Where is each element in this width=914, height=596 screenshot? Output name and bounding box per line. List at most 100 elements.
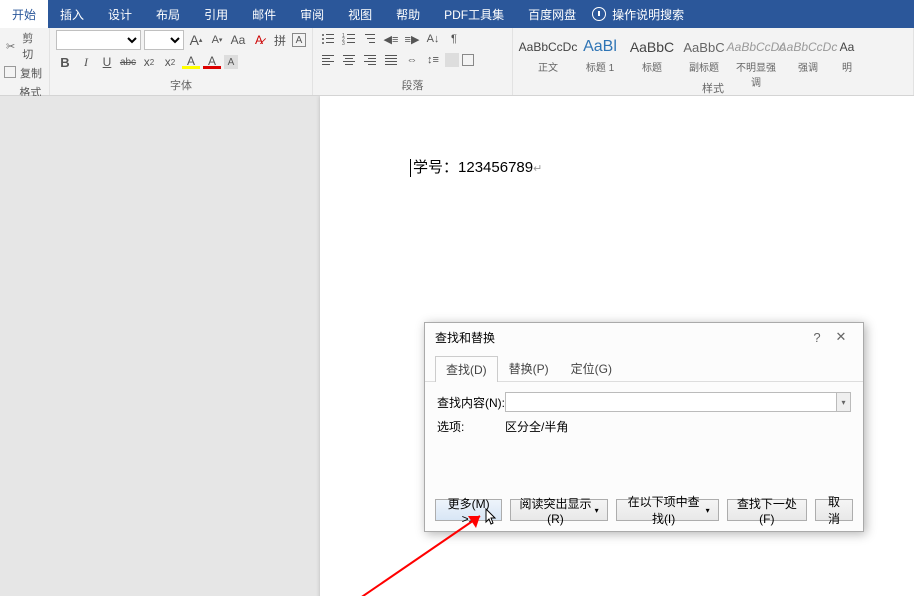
subscript-button[interactable]: x2 bbox=[140, 53, 158, 71]
options-label: 选项: bbox=[437, 418, 505, 435]
increase-indent-button[interactable]: ≡▶ bbox=[403, 30, 421, 48]
font-name-select[interactable] bbox=[56, 30, 141, 50]
italic-button[interactable]: I bbox=[77, 53, 95, 71]
chevron-down-icon: ▾ bbox=[706, 506, 710, 515]
cut-label: 剪切 bbox=[22, 30, 43, 62]
ribbon-content: 剪切 复制 格式刷 贴板 A▴ A▾ Aa A̷ 拼 A B I U abc x bbox=[0, 28, 914, 96]
copy-label: 复制 bbox=[20, 65, 42, 81]
line-value: 123456789 bbox=[458, 159, 533, 176]
style-intense[interactable]: Aa明 bbox=[835, 32, 859, 78]
align-left-button[interactable] bbox=[319, 51, 337, 69]
line-spacing-button[interactable]: ↕≡ bbox=[424, 51, 442, 69]
style-normal[interactable]: AaBbCcDc正文 bbox=[523, 32, 573, 78]
tell-me-search[interactable]: 操作说明搜索 bbox=[592, 6, 684, 23]
align-right-button[interactable] bbox=[361, 51, 379, 69]
align-center-button[interactable] bbox=[340, 51, 358, 69]
bullets-button[interactable] bbox=[319, 30, 337, 48]
tab-review[interactable]: 审阅 bbox=[288, 0, 336, 28]
style-preview: AaBbCcDc bbox=[732, 35, 780, 59]
tab-view[interactable]: 视图 bbox=[336, 0, 384, 28]
shading-button[interactable] bbox=[445, 53, 459, 67]
document-area[interactable]: 学号：123456789↵ 学 生XXX↵ 指导教师XXX↵ 年 级2020↵ … bbox=[0, 96, 914, 596]
cancel-button[interactable]: 取消 bbox=[815, 499, 853, 521]
dialog-tabs: 查找(D) 替换(P) 定位(G) bbox=[425, 351, 863, 382]
dialog-title: 查找和替换 bbox=[435, 329, 805, 346]
cut-button[interactable]: 剪切 bbox=[6, 30, 43, 62]
bold-button[interactable]: B bbox=[56, 53, 74, 71]
distribute-button[interactable]: ⇔ bbox=[403, 51, 421, 69]
phonetic-button[interactable]: 拼 bbox=[271, 31, 289, 49]
tab-mailings[interactable]: 邮件 bbox=[240, 0, 288, 28]
underline-button[interactable]: U bbox=[98, 53, 116, 71]
find-in-button[interactable]: 在以下项中查找(I)▾ bbox=[616, 499, 719, 521]
style-title[interactable]: AaBbC标题 bbox=[627, 32, 677, 78]
style-preview: AaBbC bbox=[680, 35, 728, 59]
tab-design[interactable]: 设计 bbox=[96, 0, 144, 28]
text-cursor bbox=[410, 159, 411, 177]
style-emphasis[interactable]: AaBbCcDc强调 bbox=[783, 32, 833, 78]
ribbon-tabs: 开始 插入 设计 布局 引用 邮件 审阅 视图 帮助 PDF工具集 百度网盘 操… bbox=[0, 0, 914, 28]
style-name: 标题 1 bbox=[576, 59, 624, 74]
scissors-icon bbox=[6, 40, 18, 53]
char-shading-button[interactable]: A bbox=[224, 55, 238, 69]
svg-text:3: 3 bbox=[342, 41, 345, 46]
find-next-button[interactable]: 查找下一处(F) bbox=[727, 499, 808, 521]
style-preview: AaBbC bbox=[628, 35, 676, 59]
tab-help[interactable]: 帮助 bbox=[384, 0, 432, 28]
tab-baidu[interactable]: 百度网盘 bbox=[516, 0, 588, 28]
superscript-button[interactable]: x2 bbox=[161, 53, 179, 71]
tell-me-label: 操作说明搜索 bbox=[612, 6, 684, 23]
group-font: A▴ A▾ Aa A̷ 拼 A B I U abc x2 x2 A A A 字体 bbox=[50, 28, 313, 95]
line-label: 学号： bbox=[413, 159, 458, 176]
tab-find[interactable]: 查找(D) bbox=[435, 356, 498, 382]
borders-button[interactable] bbox=[462, 54, 474, 66]
copy-button[interactable]: 复制 bbox=[6, 65, 43, 81]
style-preview: AaBl bbox=[576, 35, 624, 59]
multilevel-button[interactable] bbox=[361, 30, 379, 48]
button-label: 阅读突出显示(R) bbox=[519, 495, 591, 526]
lightbulb-icon bbox=[592, 7, 606, 21]
tab-goto[interactable]: 定位(G) bbox=[560, 355, 623, 381]
copy-icon bbox=[6, 68, 16, 78]
font-color-button[interactable]: A bbox=[203, 55, 221, 69]
group-styles: AaBbCcDc正文 AaBl标题 1 AaBbC标题 AaBbC副标题 AaB… bbox=[513, 28, 914, 95]
strike-button[interactable]: abc bbox=[119, 53, 137, 71]
style-name: 标题 bbox=[628, 59, 676, 74]
shrink-font-button[interactable]: A▾ bbox=[208, 31, 226, 49]
char-border-button[interactable]: A bbox=[292, 33, 306, 47]
paragraph-mark-icon: ↵ bbox=[533, 163, 542, 175]
style-heading1[interactable]: AaBl标题 1 bbox=[575, 32, 625, 78]
dialog-body: 查找内容(N): ▾ 选项: 区分全/半角 bbox=[425, 382, 863, 451]
sort-button[interactable]: A↓ bbox=[424, 30, 442, 48]
more-options-button[interactable]: 更多(M) >> bbox=[435, 499, 502, 521]
reading-highlight-button[interactable]: 阅读突出显示(R)▾ bbox=[510, 499, 607, 521]
highlight-button[interactable]: A bbox=[182, 55, 200, 69]
style-name: 正文 bbox=[524, 59, 572, 74]
decrease-indent-button[interactable]: ◀≡ bbox=[382, 30, 400, 48]
change-case-button[interactable]: Aa bbox=[229, 31, 247, 49]
dialog-titlebar[interactable]: 查找和替换 ? ✕ bbox=[425, 323, 863, 351]
numbering-button[interactable]: 123 bbox=[340, 30, 358, 48]
find-content-input[interactable] bbox=[505, 392, 837, 412]
tab-pdf[interactable]: PDF工具集 bbox=[432, 0, 516, 28]
options-value: 区分全/半角 bbox=[505, 418, 568, 435]
paragraph-group-label: 段落 bbox=[319, 75, 506, 93]
find-history-dropdown[interactable]: ▾ bbox=[837, 392, 851, 412]
tab-replace[interactable]: 替换(P) bbox=[498, 355, 560, 381]
show-marks-button[interactable]: ¶ bbox=[445, 30, 463, 48]
style-preview: AaBbCcDc bbox=[784, 35, 832, 59]
tab-references[interactable]: 引用 bbox=[192, 0, 240, 28]
styles-group-label: 样式 bbox=[519, 78, 907, 96]
clear-format-button[interactable]: A̷ bbox=[250, 31, 268, 49]
grow-font-button[interactable]: A▴ bbox=[187, 31, 205, 49]
tab-home[interactable]: 开始 bbox=[0, 0, 48, 28]
justify-button[interactable] bbox=[382, 51, 400, 69]
dialog-help-button[interactable]: ? bbox=[805, 330, 829, 345]
style-name: 明 bbox=[836, 59, 858, 74]
font-size-select[interactable] bbox=[144, 30, 184, 50]
dialog-close-button[interactable]: ✕ bbox=[829, 329, 853, 345]
style-subtle-emphasis[interactable]: AaBbCcDc不明显强调 bbox=[731, 32, 781, 78]
style-subtitle[interactable]: AaBbC副标题 bbox=[679, 32, 729, 78]
tab-layout[interactable]: 布局 bbox=[144, 0, 192, 28]
tab-insert[interactable]: 插入 bbox=[48, 0, 96, 28]
